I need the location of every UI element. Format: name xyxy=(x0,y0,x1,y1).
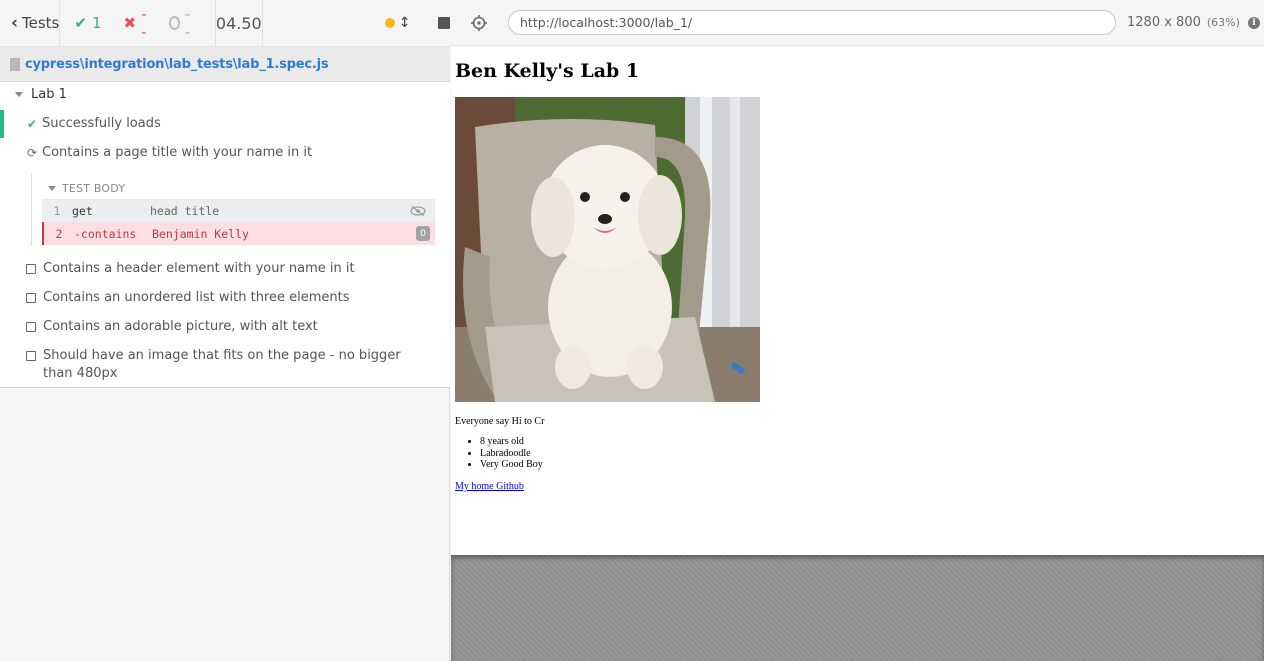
passed-count: 1 xyxy=(91,14,102,32)
tests-button[interactable]: ‹ Tests xyxy=(0,0,61,46)
square-icon xyxy=(26,351,36,361)
command-number: 2 xyxy=(55,226,63,241)
aut-empty-area xyxy=(451,555,1264,661)
command-name: get xyxy=(72,203,93,218)
dog-photo xyxy=(455,97,760,402)
reporter-panel: ‹ Tests ✔ 1 ✖ -- -- 04.50 ↕ cypress\inte… xyxy=(0,0,451,661)
test-row-pending[interactable]: Contains a header element with your name… xyxy=(0,260,450,278)
test-row-pending[interactable]: Should have an image that fits on the pa… xyxy=(0,347,450,383)
list-item: 8 years old xyxy=(480,436,543,448)
command-log: TEST BODY 1 get head title 2 -contains B… xyxy=(31,173,435,246)
viewport-size: 1280 x 800 (63%) xyxy=(1127,15,1240,30)
command-number: 1 xyxy=(53,203,61,218)
aut-header: 1280 x 800 (63%) i xyxy=(451,0,1264,46)
aut-iframe: Ben Kelly's Lab 1 Everyone say Hi to Cr … xyxy=(451,47,1264,555)
test-title: Contains a header element with your name… xyxy=(43,261,355,276)
stop-button[interactable] xyxy=(438,17,451,29)
chevron-left-icon: ‹ xyxy=(11,12,19,33)
reporter-header: ‹ Tests ✔ 1 ✖ -- -- 04.50 ↕ xyxy=(0,0,451,47)
pass-indicator-bar xyxy=(0,110,4,138)
test-body-header[interactable]: TEST BODY xyxy=(48,182,125,195)
command-row[interactable]: 1 get head title xyxy=(42,199,435,222)
run-controls: ↕ xyxy=(263,0,451,46)
test-suite: Lab 1 ✔ Successfully loads ⟳ Contains a … xyxy=(0,82,450,388)
square-icon xyxy=(26,293,36,303)
test-title: Contains an adorable picture, with alt t… xyxy=(43,319,318,334)
circle-notch-icon xyxy=(168,16,180,30)
spec-file-bar: cypress\integration\lab_tests\lab_1.spec… xyxy=(0,47,450,82)
command-message: head title xyxy=(150,203,220,218)
run-duration: 04.50 xyxy=(216,0,263,46)
viewport-scale: (63%) xyxy=(1206,16,1240,29)
refresh-icon: ⟳ xyxy=(26,146,38,160)
check-icon: ✔ xyxy=(26,117,38,131)
page-paragraph: Everyone say Hi to Cr xyxy=(455,416,545,427)
test-stats: ✔ 1 ✖ -- -- xyxy=(60,0,216,46)
page-heading: Ben Kelly's Lab 1 xyxy=(455,60,640,82)
test-title: Contains a page title with your name in … xyxy=(42,145,313,160)
pending-stat: -- xyxy=(168,5,193,41)
page-list: 8 years old Labradoodle Very Good Boy xyxy=(480,436,543,471)
suite-title: Lab 1 xyxy=(31,87,67,102)
test-title: Should have an image that fits on the pa… xyxy=(43,348,401,381)
test-title: Successfully loads xyxy=(42,116,161,131)
failed-count: -- xyxy=(141,5,147,41)
test-title: Contains an unordered list with three el… xyxy=(43,290,350,305)
x-icon: ✖ xyxy=(123,14,137,32)
running-indicator-icon xyxy=(384,18,395,28)
eye-slash-icon xyxy=(410,205,426,216)
spec-file-path[interactable]: cypress\integration\lab_tests\lab_1.spec… xyxy=(25,57,329,72)
viewport-dimensions: 1280 x 800 xyxy=(1127,15,1201,30)
check-icon: ✔ xyxy=(74,14,87,32)
command-row-failed[interactable]: 2 -contains Benjamin Kelly 0 xyxy=(42,222,435,245)
list-item: Labradoodle xyxy=(480,448,543,460)
square-icon xyxy=(26,322,36,332)
command-name: -contains xyxy=(74,226,137,241)
test-row-running[interactable]: ⟳ Contains a page title with your name i… xyxy=(0,144,450,162)
test-row-pending[interactable]: Contains an unordered list with three el… xyxy=(0,289,450,307)
failed-stat: ✖ -- xyxy=(124,5,147,41)
element-count-badge: 0 xyxy=(416,226,430,241)
command-message: Benjamin Kelly xyxy=(152,226,249,241)
tests-button-label: Tests xyxy=(22,14,60,32)
caret-down-icon xyxy=(15,92,23,97)
passed-stat: ✔ 1 xyxy=(74,14,101,32)
auto-scroll-toggle-icon[interactable]: ↕ xyxy=(399,15,411,31)
crosshairs-icon[interactable] xyxy=(471,14,487,31)
square-icon xyxy=(26,264,36,274)
list-item: Very Good Boy xyxy=(480,459,543,471)
caret-down-icon xyxy=(48,186,56,191)
info-icon[interactable]: i xyxy=(1247,16,1260,29)
suite-header[interactable]: Lab 1 xyxy=(15,87,67,102)
url-input[interactable] xyxy=(508,10,1116,35)
github-link[interactable]: My home Github xyxy=(455,481,524,492)
test-row-pending[interactable]: Contains an adorable picture, with alt t… xyxy=(0,318,450,336)
pending-count: -- xyxy=(184,5,191,41)
test-body-label: TEST BODY xyxy=(62,182,126,195)
file-icon xyxy=(10,57,20,71)
test-row-passed[interactable]: ✔ Successfully loads xyxy=(0,110,450,138)
